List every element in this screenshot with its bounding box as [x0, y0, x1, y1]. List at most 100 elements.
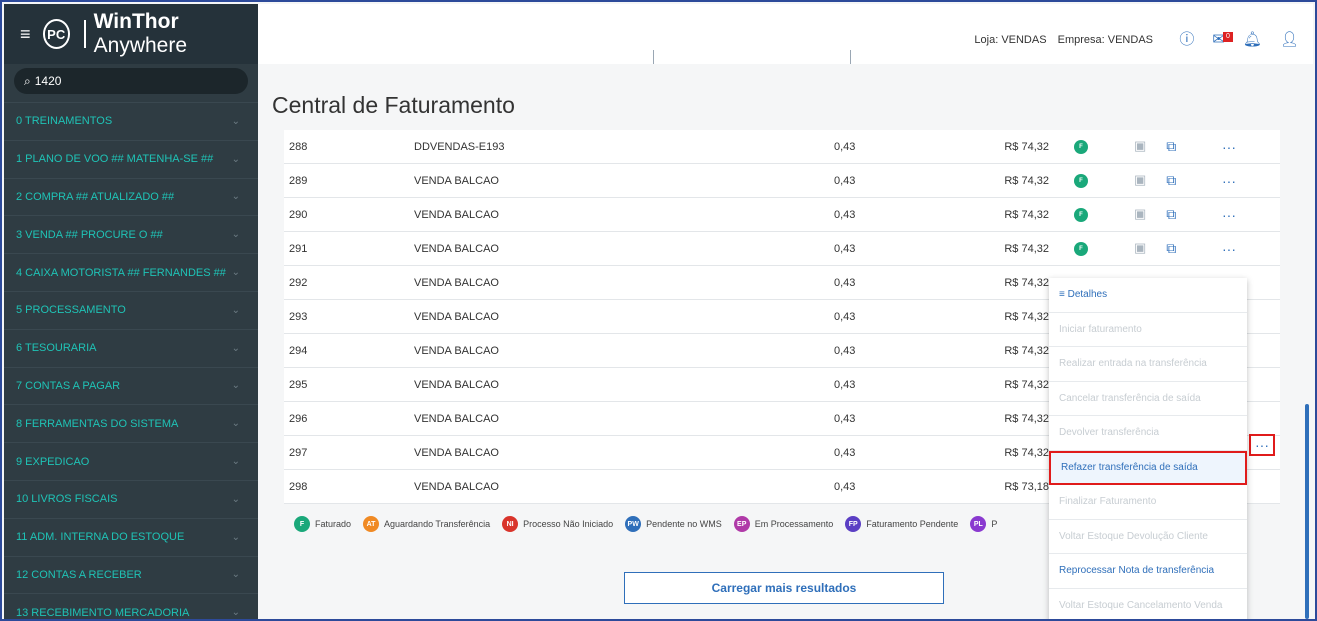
sidebar-item[interactable]: 9 EXPEDICAO ⌄	[4, 442, 258, 480]
legend-badge: NI	[502, 516, 519, 532]
bell-icon[interactable]: 🔔︎	[1243, 30, 1262, 48]
row-more-button[interactable]: ···	[1214, 173, 1244, 189]
help-icon[interactable]: ⓘ	[1179, 28, 1194, 49]
row-quantity: 0,43	[834, 480, 856, 493]
app-frame: ≡ PC WinThor Anywhere ⌕ 1420 0 TREINAMEN…	[0, 0, 1317, 621]
sidebar-item[interactable]: 10 LIVROS FISCAIS ⌄	[4, 479, 258, 518]
load-more-button[interactable]: Carregar mais resultados	[624, 572, 944, 604]
row-id: 292	[289, 276, 308, 289]
menu-item[interactable]: Realizar entrada na transferência	[1049, 347, 1247, 382]
row-quantity: 0,43	[834, 378, 856, 391]
sidebar-item[interactable]: 2 COMPRA ## ATUALIZADO ## ⌄	[4, 177, 258, 216]
chevron-down-icon: ⌄	[231, 418, 240, 430]
scrollbar[interactable]	[1305, 404, 1309, 619]
row-actions-menu: ≡ Detalhes Iniciar faturamento Realizar en…	[1049, 278, 1247, 620]
chevron-down-icon: ⌄	[231, 456, 240, 468]
sidebar-item[interactable]: 11 ADM. INTERNA DO ESTOQUE ⌄	[4, 517, 258, 556]
sidebar-item[interactable]: 3 VENDA ## PROCURE O ## ⌄	[4, 215, 258, 253]
row-value: R$ 73,18	[1004, 480, 1049, 493]
row-id: 289	[289, 174, 308, 187]
document-icon[interactable]: ▣	[1134, 138, 1146, 155]
row-quantity: 0,43	[834, 276, 856, 289]
row-value: R$ 74,32	[1004, 174, 1049, 187]
legend-item: PL P	[970, 516, 997, 532]
legend-badge: AT	[363, 516, 380, 532]
sidebar-item[interactable]: 1 PLANO DE VOO ## MATENHA-SE ## ⌄	[4, 139, 258, 178]
menu-item[interactable]: Devolver transferência	[1049, 416, 1247, 451]
row-297-more-button[interactable]: ···	[1249, 434, 1275, 456]
menu-item[interactable]: ≡ Detalhes	[1049, 278, 1247, 313]
legend-label: P	[991, 519, 998, 529]
legend-label: Faturado	[315, 519, 352, 529]
row-value: R$ 74,32	[1004, 310, 1049, 323]
row-quantity: 0,43	[834, 208, 856, 221]
sidebar-item[interactable]: 5 PROCESSAMENTO ⌄	[4, 290, 258, 329]
legend-item: EP Em Processamento	[733, 516, 833, 532]
user-icon[interactable]: 👤︎	[1280, 30, 1299, 48]
row-value: R$ 74,32	[1004, 208, 1049, 221]
external-link-icon[interactable]: ⧉	[1166, 172, 1176, 189]
row-id: 291	[289, 242, 308, 255]
row-quantity: 0,43	[834, 412, 856, 425]
app-name: WinThor Anywhere	[94, 10, 258, 58]
row-more-button[interactable]: ···	[1214, 139, 1244, 155]
sidebar-item-label: 11 ADM. INTERNA DO ESTOQUE	[16, 531, 185, 544]
row-description: VENDA BALCAO	[414, 412, 499, 425]
table-row: 289 VENDA BALCAO 0,43 R$ 74,32 F ▣ ⧉ ···	[284, 164, 1280, 198]
search-input[interactable]: ⌕ 1420	[14, 68, 248, 94]
mail-icon[interactable]: ✉ 0	[1212, 30, 1233, 48]
external-link-icon[interactable]: ⧉	[1166, 206, 1176, 223]
chevron-down-icon: ⌄	[231, 304, 240, 316]
document-icon[interactable]: ▣	[1134, 172, 1146, 189]
hamburger-menu-icon[interactable]: ≡	[20, 24, 31, 45]
row-description: VENDA BALCAO	[414, 480, 499, 493]
menu-item[interactable]: Reprocessar Nota de transferência	[1049, 554, 1247, 589]
sidebar-item[interactable]: 4 CAIXA MOTORISTA ## FERNANDES ## ⌄	[4, 253, 258, 291]
row-quantity: 0,43	[834, 310, 856, 323]
external-link-icon[interactable]: ⧉	[1166, 138, 1176, 155]
sidebar-item-label: 5 PROCESSAMENTO	[16, 304, 126, 317]
chevron-down-icon: ⌄	[231, 267, 240, 279]
chevron-down-icon: ⌄	[231, 607, 240, 619]
app-name-bold: WinThor	[93, 10, 179, 33]
row-status: F	[1049, 173, 1104, 188]
sidebar-item[interactable]: 8 FERRAMENTAS DO SISTEMA ⌄	[4, 404, 258, 442]
sidebar-item-label: 0 TREINAMENTOS	[16, 115, 113, 128]
row-value: R$ 74,32	[1004, 242, 1049, 255]
legend-badge: FP	[845, 516, 862, 532]
store-info: Loja: VENDAS Empresa: VENDAS	[966, 34, 1153, 46]
menu-item[interactable]: Voltar Estoque Cancelamento Venda	[1049, 589, 1247, 620]
menu-item[interactable]: Iniciar faturamento	[1049, 313, 1247, 347]
row-actions: ▣ ⧉	[1104, 240, 1214, 257]
row-value: R$ 74,32	[1004, 378, 1049, 391]
row-description: VENDA BALCAO	[414, 344, 499, 357]
search-value: 1420	[34, 74, 62, 88]
external-link-icon[interactable]: ⧉	[1166, 240, 1176, 257]
sidebar-item-label: 6 TESOURARIA	[16, 342, 97, 355]
menu-item[interactable]: Cancelar transferência de saída	[1049, 382, 1247, 416]
sidebar-item-label: 10 LIVROS FISCAIS	[16, 493, 118, 506]
row-value: R$ 74,32	[1004, 276, 1049, 289]
sidebar-item[interactable]: 6 TESOURARIA ⌄	[4, 328, 258, 367]
sidebar-item[interactable]: 13 RECEBIMENTO MERCADORIA ⌄	[4, 593, 258, 619]
legend-label: Processo Não Iniciado	[523, 519, 614, 529]
sidebar-item[interactable]: 0 TREINAMENTOS ⌄	[4, 102, 258, 140]
document-icon[interactable]: ▣	[1134, 206, 1146, 223]
row-status: F	[1049, 139, 1104, 154]
row-more-button[interactable]: ···	[1214, 207, 1244, 223]
sidebar-item[interactable]: 12 CONTAS A RECEBER ⌄	[4, 555, 258, 594]
document-icon[interactable]: ▣	[1134, 240, 1146, 257]
sidebar-item-label: 9 EXPEDICAO	[16, 455, 90, 468]
chevron-down-icon: ⌄	[231, 380, 240, 392]
sidebar-item[interactable]: 7 CONTAS A PAGAR ⌄	[4, 366, 258, 405]
legend-badge: PW	[625, 516, 642, 532]
row-more-button[interactable]: ···	[1214, 241, 1244, 257]
row-description: VENDA BALCAO	[414, 174, 499, 187]
sidebar-item-label: 1 PLANO DE VOO ## MATENHA-SE ##	[16, 153, 214, 166]
menu-item[interactable]: Refazer transferência de saída	[1049, 450, 1247, 485]
chevron-down-icon: ⌄	[231, 191, 240, 203]
empresa-label: Empresa: VENDAS	[1057, 34, 1153, 46]
menu-item[interactable]: Voltar Estoque Devolução Cliente	[1049, 520, 1247, 554]
menu-item[interactable]: Finalizar Faturamento	[1049, 485, 1247, 520]
header-icons: ⓘ ✉ 0 🔔︎ 👤︎	[1179, 28, 1299, 49]
